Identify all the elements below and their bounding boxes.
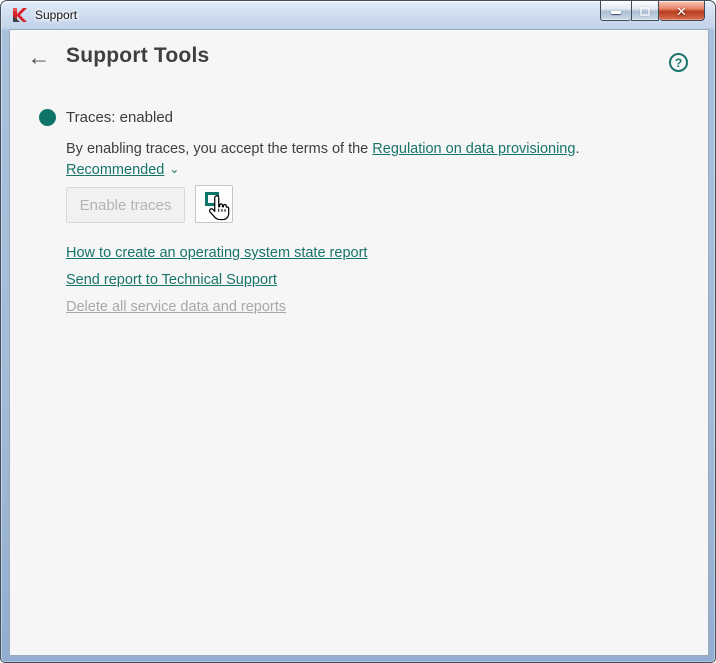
send-report-link[interactable]: Send report to Technical Support: [66, 272, 277, 288]
help-icon[interactable]: ?: [669, 53, 688, 72]
close-icon: ✕: [676, 3, 687, 19]
regulation-link[interactable]: Regulation on data provisioning: [372, 141, 575, 157]
stop-traces-button[interactable]: [195, 185, 233, 223]
kaspersky-logo-icon: [13, 8, 27, 22]
recommended-dropdown-link[interactable]: Recommended: [66, 162, 164, 178]
traces-status-label: Traces: enabled: [66, 109, 174, 126]
chevron-down-icon[interactable]: ⌄: [169, 159, 179, 179]
minimize-icon: [611, 11, 621, 14]
maximize-icon: [640, 7, 650, 16]
page-title: Support Tools: [66, 44, 210, 67]
os-state-report-link[interactable]: How to create an operating system state …: [66, 245, 367, 261]
terms-paragraph: By enabling traces, you accept the terms…: [66, 139, 626, 159]
window-controls: ✕: [600, 1, 705, 21]
back-button[interactable]: ←: [24, 43, 54, 71]
window-title: Support: [35, 8, 78, 22]
recommended-row: Recommended ⌄: [66, 159, 179, 180]
close-button[interactable]: ✕: [659, 1, 705, 21]
minimize-button[interactable]: [600, 1, 631, 21]
client-area: ← Support Tools ? Traces: enabled By ena…: [9, 29, 709, 656]
delete-service-data-link[interactable]: Delete all service data and reports: [66, 299, 286, 315]
traces-status-dot: [39, 109, 56, 126]
maximize-button[interactable]: [631, 1, 659, 21]
enable-traces-button[interactable]: Enable traces: [66, 187, 185, 223]
terms-text-prefix: By enabling traces, you accept the terms…: [66, 141, 373, 157]
terms-text-suffix: .: [575, 141, 580, 157]
support-window: Support ✕ ← Support Tools ? Traces: enab…: [0, 0, 716, 663]
stop-square-icon: [205, 192, 219, 206]
